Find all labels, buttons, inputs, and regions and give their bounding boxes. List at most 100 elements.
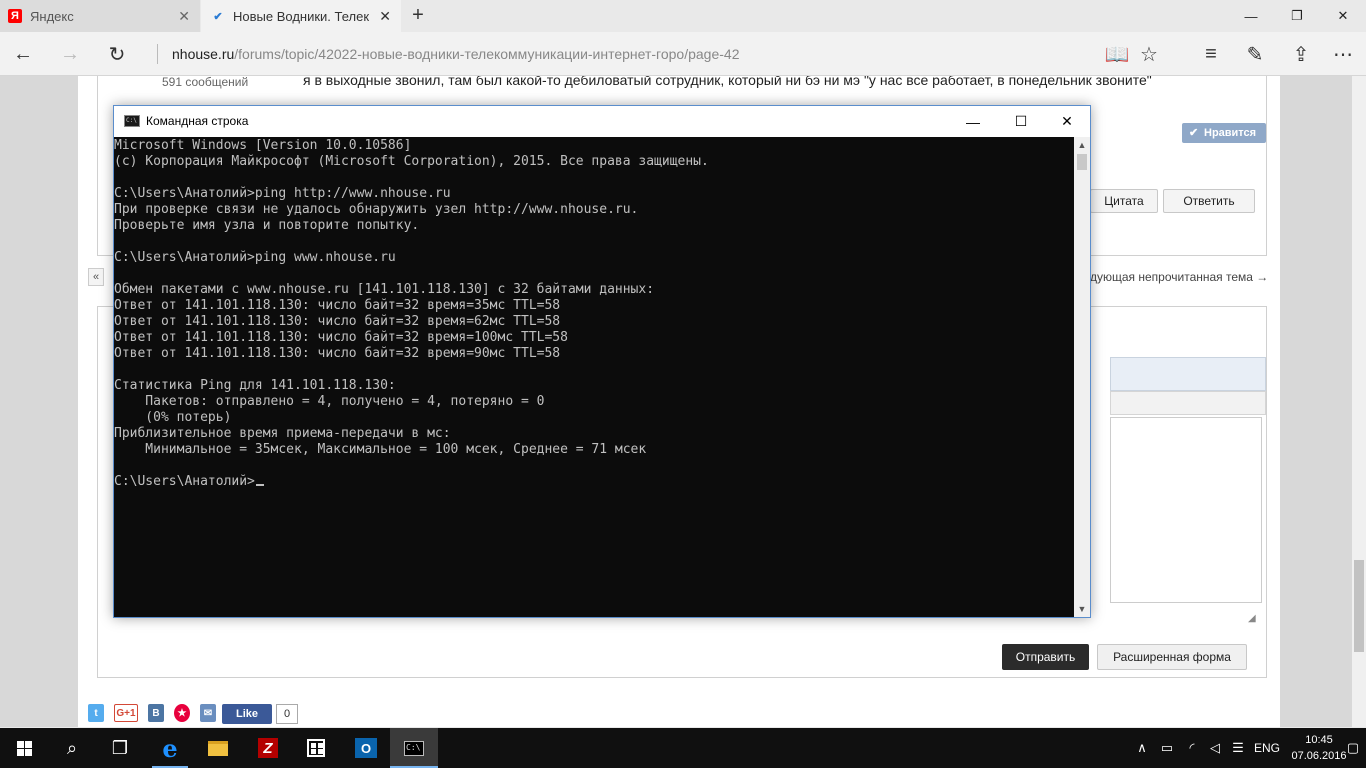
vk-icon[interactable]: B [148, 704, 164, 722]
battery-icon[interactable]: ▭ [1157, 728, 1177, 768]
cmd-close-button[interactable]: ✕ [1044, 106, 1090, 137]
prev-topic-button[interactable]: « [88, 268, 104, 286]
reply-textarea[interactable] [1110, 417, 1262, 603]
language-indicator[interactable]: ENG [1252, 728, 1282, 768]
text-cursor [255, 484, 264, 486]
cmd-scrollbar[interactable]: ▲ ▼ [1074, 137, 1090, 617]
share-icon[interactable]: ⇪ [1286, 40, 1316, 68]
page-scrollbar-thumb[interactable] [1354, 560, 1364, 652]
cmd-line: Приблизительное время приема-передачи в … [114, 426, 451, 441]
cmd-line: Пакетов: отправлено = 4, получено = 4, п… [114, 394, 545, 409]
cmd-minimize-button[interactable]: — [950, 106, 996, 137]
tab-yandex[interactable]: Я Яндекс ✕ [0, 0, 200, 32]
browser-tab-strip: Я Яндекс ✕ ✔ Новые Водники. Телек ✕ + — … [0, 0, 1366, 32]
reading-view-icon[interactable]: 📖 [1102, 40, 1132, 68]
browser-close-button[interactable]: ✕ [1320, 0, 1366, 32]
action-center-icon[interactable]: ▢ [1340, 728, 1366, 768]
scroll-down-icon[interactable]: ▼ [1074, 601, 1090, 617]
volume-icon[interactable]: ◁ [1205, 728, 1225, 768]
cmd-line: Microsoft Windows [Version 10.0.10586] [114, 138, 412, 153]
new-tab-button[interactable]: + [407, 4, 429, 27]
taskbar-store[interactable] [292, 728, 340, 768]
cmd-line [114, 266, 1074, 282]
back-arrow-icon[interactable]: ← [8, 40, 38, 68]
url-path: /forums/topic/42022-новые-водники-телеко… [234, 46, 740, 62]
favorite-star-icon[interactable]: ☆ [1134, 40, 1164, 68]
twitter-icon[interactable]: t [88, 704, 104, 722]
editor-toolbar-row: ◂ [1110, 391, 1266, 415]
cmd-line: При проверке связи не удалось обнаружить… [114, 202, 639, 217]
command-prompt-window[interactable]: C:\ Командная строка — ☐ ✕ Microsoft Win… [113, 105, 1091, 618]
facebook-like-button[interactable]: Like [222, 704, 272, 724]
facebook-like-label: Like [235, 708, 258, 720]
scroll-up-icon[interactable]: ▲ [1074, 137, 1090, 153]
cmd-line: Статистика Ping для 141.101.118.130: [114, 378, 396, 393]
reply-button[interactable]: Ответить [1163, 189, 1255, 213]
taskbar-explorer[interactable] [194, 728, 242, 768]
outlook-icon: O [355, 738, 377, 758]
quote-button[interactable]: Цитата [1090, 189, 1158, 213]
page-scrollbar[interactable] [1352, 76, 1366, 727]
edge-icon: e [162, 733, 178, 763]
taskbar-filezilla[interactable]: Z [244, 728, 292, 768]
advanced-form-button[interactable]: Расширенная форма [1097, 644, 1247, 670]
notifications-icon[interactable]: ☰ [1228, 728, 1248, 768]
divider [157, 44, 158, 64]
folder-icon [208, 740, 228, 756]
cmd-line: Ответ от 141.101.118.130: число байт=32 … [114, 314, 561, 329]
taskbar-cmd[interactable]: C:\ [390, 728, 438, 768]
task-view-icon[interactable]: ❐ [96, 728, 144, 768]
tab-close-icon[interactable]: ✕ [379, 8, 391, 25]
address-bar[interactable]: nhouse.ru/forums/topic/42022-новые-водни… [172, 46, 739, 62]
tab-forum[interactable]: ✔ Новые Водники. Телек ✕ [201, 0, 401, 32]
tab-close-icon[interactable]: ✕ [178, 8, 190, 25]
taskbar-edge[interactable]: e [146, 728, 194, 768]
next-unread-link[interactable]: дующая непрочитанная тема → [1090, 270, 1268, 284]
cmd-line: C:\Users\Анатолий> [114, 474, 1074, 490]
web-note-icon[interactable]: ✎ [1240, 40, 1270, 68]
chevron-up-icon[interactable]: ∧ [1132, 728, 1152, 768]
tab-title: Яндекс [30, 8, 74, 24]
cmd-line: Ответ от 141.101.118.130: число байт=32 … [114, 298, 561, 313]
post-count: 591 сообщений [162, 76, 249, 89]
cmd-scrollbar-thumb[interactable] [1077, 154, 1087, 170]
tab-title: Новые Водники. Телек [233, 8, 370, 24]
editor-toolbar [1110, 357, 1266, 391]
cmd-line: (0% потерь) [114, 410, 232, 425]
cmd-console[interactable]: Microsoft Windows [Version 10.0.10586] (c… [114, 137, 1074, 617]
browser-minimize-button[interactable]: — [1228, 0, 1274, 32]
forum-icon: ✔ [213, 10, 223, 23]
odnoklassniki-icon[interactable]: ★ [174, 704, 190, 722]
more-menu-icon[interactable]: ⋯ [1328, 40, 1358, 68]
like-button[interactable]: Нравится [1182, 123, 1267, 143]
resize-handle-icon[interactable]: ◢ [1248, 613, 1256, 624]
cmd-line: C:\Users\Анатолий>ping www.nhouse.ru [114, 250, 396, 265]
taskbar-outlook[interactable]: O [342, 728, 390, 768]
start-button[interactable] [0, 728, 48, 768]
browser-maximize-button[interactable]: ❐ [1274, 0, 1320, 32]
browser-toolbar: ← → ↻ nhouse.ru/forums/topic/42022-новые… [0, 32, 1366, 76]
mail-icon[interactable]: ✉ [200, 704, 216, 722]
cmd-line: Обмен пакетами с www.nhouse.ru [141.101.… [114, 282, 655, 297]
cmd-icon: C:\ [124, 115, 140, 127]
taskbar: ⌕ ❐ e Z O C:\ ∧ ▭ ◜ ◁ ☰ ENG 10:45 07.06.… [0, 728, 1366, 768]
cmd-line [114, 458, 1074, 474]
cmd-maximize-button[interactable]: ☐ [998, 106, 1044, 137]
hub-menu-icon[interactable]: ≡ [1196, 40, 1226, 68]
search-icon[interactable]: ⌕ [48, 728, 96, 768]
cmd-titlebar[interactable]: C:\ Командная строка — ☐ ✕ [114, 106, 1090, 137]
windows-logo-icon [16, 740, 32, 756]
google-plus-icon[interactable]: G+1 [114, 704, 138, 722]
wifi-icon[interactable]: ◜ [1182, 728, 1202, 768]
cmd-title: Командная строка [146, 114, 249, 128]
refresh-icon[interactable]: ↻ [102, 40, 132, 68]
cmd-line: C:\Users\Анатолий>ping http://www.nhouse… [114, 186, 451, 201]
cmd-line [114, 362, 1074, 378]
cmd-line: Ответ от 141.101.118.130: число байт=32 … [114, 346, 561, 361]
yandex-icon: Я [8, 9, 22, 23]
filezilla-icon: Z [258, 738, 278, 758]
forward-arrow-icon[interactable]: → [55, 40, 85, 68]
cmd-line: Ответ от 141.101.118.130: число байт=32 … [114, 330, 568, 345]
send-button[interactable]: Отправить [1002, 644, 1089, 670]
post-text: я в выходные звонил, там был какой-то де… [303, 76, 1152, 88]
